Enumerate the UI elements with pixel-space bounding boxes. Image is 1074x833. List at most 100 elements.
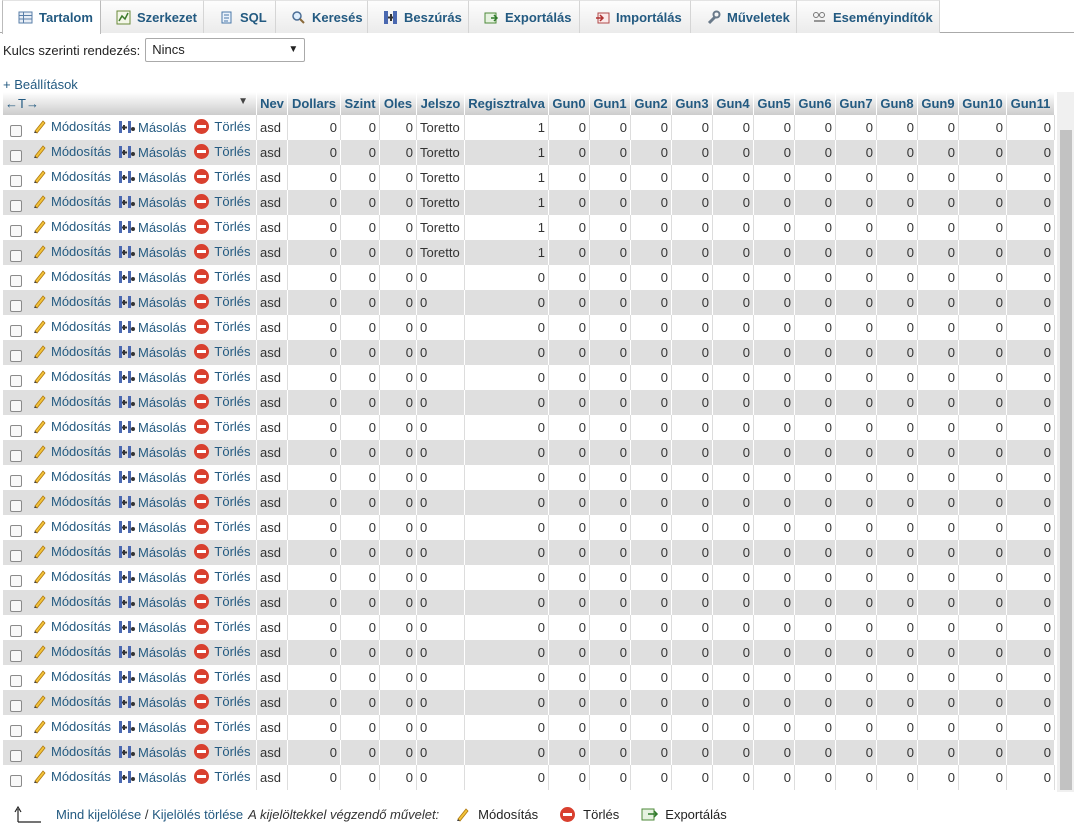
settings-link[interactable]: + Beállítások bbox=[3, 77, 78, 92]
table-cell[interactable]: 0 bbox=[380, 140, 417, 165]
table-cell[interactable]: 0 bbox=[631, 215, 672, 240]
table-cell[interactable]: 0 bbox=[795, 190, 836, 215]
table-cell[interactable]: 0 bbox=[631, 465, 672, 490]
table-cell[interactable]: 0 bbox=[713, 115, 754, 140]
table-cell[interactable]: 0 bbox=[713, 190, 754, 215]
table-cell[interactable]: 0 bbox=[288, 315, 341, 340]
table-cell[interactable]: 0 bbox=[918, 490, 959, 515]
bulk-delete-button[interactable]: Törlés bbox=[560, 806, 619, 822]
table-cell[interactable]: 0 bbox=[959, 390, 1007, 415]
column-header[interactable]: Gun7 bbox=[836, 92, 877, 115]
table-cell[interactable]: 0 bbox=[877, 565, 918, 590]
table-cell[interactable]: 0 bbox=[631, 165, 672, 190]
row-checkbox[interactable] bbox=[10, 649, 22, 662]
edit-link[interactable]: Módosítás bbox=[32, 668, 111, 684]
table-cell[interactable]: 0 bbox=[341, 240, 380, 265]
row-checkbox[interactable] bbox=[10, 449, 22, 462]
table-cell[interactable]: 0 bbox=[465, 715, 549, 740]
table-cell[interactable]: 0 bbox=[631, 190, 672, 215]
edit-link[interactable]: Módosítás bbox=[32, 568, 111, 584]
table-cell[interactable]: 0 bbox=[465, 740, 549, 765]
table-cell[interactable]: 0 bbox=[672, 165, 713, 190]
table-cell[interactable]: 0 bbox=[631, 515, 672, 540]
table-cell[interactable]: 0 bbox=[288, 665, 341, 690]
table-cell[interactable]: 0 bbox=[631, 240, 672, 265]
table-cell[interactable]: 0 bbox=[288, 465, 341, 490]
table-cell[interactable]: 0 bbox=[877, 590, 918, 615]
table-cell[interactable]: 0 bbox=[713, 540, 754, 565]
table-cell[interactable]: Toretto bbox=[417, 190, 465, 215]
table-cell[interactable]: 0 bbox=[380, 565, 417, 590]
table-cell[interactable]: 0 bbox=[754, 115, 795, 140]
bulk-edit-button[interactable]: Módosítás bbox=[455, 806, 538, 822]
copy-link[interactable]: Másolás bbox=[118, 345, 186, 360]
table-cell[interactable]: 0 bbox=[590, 440, 631, 465]
table-cell[interactable]: 0 bbox=[417, 340, 465, 365]
nav-arrows-icon[interactable]: ←T→ bbox=[5, 96, 39, 111]
row-checkbox[interactable] bbox=[10, 249, 22, 262]
table-cell[interactable]: 0 bbox=[288, 365, 341, 390]
table-cell[interactable]: 0 bbox=[465, 415, 549, 440]
table-cell[interactable]: 0 bbox=[672, 190, 713, 215]
table-cell[interactable]: 0 bbox=[590, 265, 631, 290]
table-cell[interactable]: 0 bbox=[590, 590, 631, 615]
table-cell[interactable]: 0 bbox=[918, 740, 959, 765]
table-cell[interactable]: 0 bbox=[836, 290, 877, 315]
tab-kereses[interactable]: Keresés bbox=[276, 0, 368, 33]
delete-link[interactable]: Törlés bbox=[194, 644, 251, 659]
table-cell[interactable]: 0 bbox=[713, 690, 754, 715]
table-cell[interactable]: 0 bbox=[549, 290, 590, 315]
table-cell[interactable]: asd bbox=[257, 390, 288, 415]
table-cell[interactable]: 0 bbox=[754, 640, 795, 665]
copy-link[interactable]: Másolás bbox=[118, 645, 186, 660]
table-cell[interactable]: 0 bbox=[877, 665, 918, 690]
table-cell[interactable]: 0 bbox=[341, 165, 380, 190]
row-checkbox[interactable] bbox=[10, 549, 22, 562]
table-cell[interactable]: 0 bbox=[1007, 265, 1055, 290]
table-cell[interactable]: asd bbox=[257, 715, 288, 740]
table-cell[interactable]: 0 bbox=[341, 365, 380, 390]
sort-select[interactable]: Nincs ▼ bbox=[145, 38, 306, 62]
row-checkbox[interactable] bbox=[10, 374, 22, 387]
copy-link[interactable]: Másolás bbox=[118, 595, 186, 610]
table-cell[interactable]: 0 bbox=[1007, 740, 1055, 765]
table-cell[interactable]: 0 bbox=[288, 715, 341, 740]
edit-link[interactable]: Módosítás bbox=[32, 468, 111, 484]
table-cell[interactable]: 0 bbox=[918, 765, 959, 790]
column-header[interactable]: Dollars bbox=[288, 92, 341, 115]
table-cell[interactable]: 0 bbox=[549, 315, 590, 340]
table-cell[interactable]: 0 bbox=[380, 540, 417, 565]
table-cell[interactable]: 0 bbox=[877, 365, 918, 390]
copy-link[interactable]: Másolás bbox=[118, 295, 186, 310]
table-cell[interactable]: 0 bbox=[1007, 615, 1055, 640]
table-cell[interactable]: 0 bbox=[959, 115, 1007, 140]
table-cell[interactable]: 0 bbox=[1007, 690, 1055, 715]
table-cell[interactable]: 1 bbox=[465, 190, 549, 215]
table-cell[interactable]: 0 bbox=[590, 115, 631, 140]
table-cell[interactable]: asd bbox=[257, 515, 288, 540]
table-cell[interactable]: 0 bbox=[672, 565, 713, 590]
table-cell[interactable]: 0 bbox=[836, 115, 877, 140]
table-cell[interactable]: 0 bbox=[713, 215, 754, 240]
copy-link[interactable]: Másolás bbox=[118, 570, 186, 585]
table-cell[interactable]: 0 bbox=[754, 490, 795, 515]
table-cell[interactable]: 0 bbox=[417, 490, 465, 515]
table-cell[interactable]: 0 bbox=[417, 515, 465, 540]
table-cell[interactable]: 0 bbox=[380, 290, 417, 315]
table-cell[interactable]: 0 bbox=[549, 440, 590, 465]
row-checkbox[interactable] bbox=[10, 699, 22, 712]
table-cell[interactable]: 0 bbox=[465, 665, 549, 690]
table-cell[interactable]: 0 bbox=[1007, 290, 1055, 315]
table-cell[interactable]: 0 bbox=[288, 165, 341, 190]
table-cell[interactable]: 0 bbox=[918, 640, 959, 665]
table-cell[interactable]: 0 bbox=[877, 740, 918, 765]
delete-link[interactable]: Törlés bbox=[194, 419, 251, 434]
table-cell[interactable]: 0 bbox=[1007, 640, 1055, 665]
table-cell[interactable]: 0 bbox=[590, 740, 631, 765]
table-cell[interactable]: 0 bbox=[754, 690, 795, 715]
table-cell[interactable]: 0 bbox=[836, 640, 877, 665]
table-cell[interactable]: 0 bbox=[795, 540, 836, 565]
edit-link[interactable]: Módosítás bbox=[32, 418, 111, 434]
table-cell[interactable]: 0 bbox=[288, 240, 341, 265]
table-cell[interactable]: 0 bbox=[417, 440, 465, 465]
